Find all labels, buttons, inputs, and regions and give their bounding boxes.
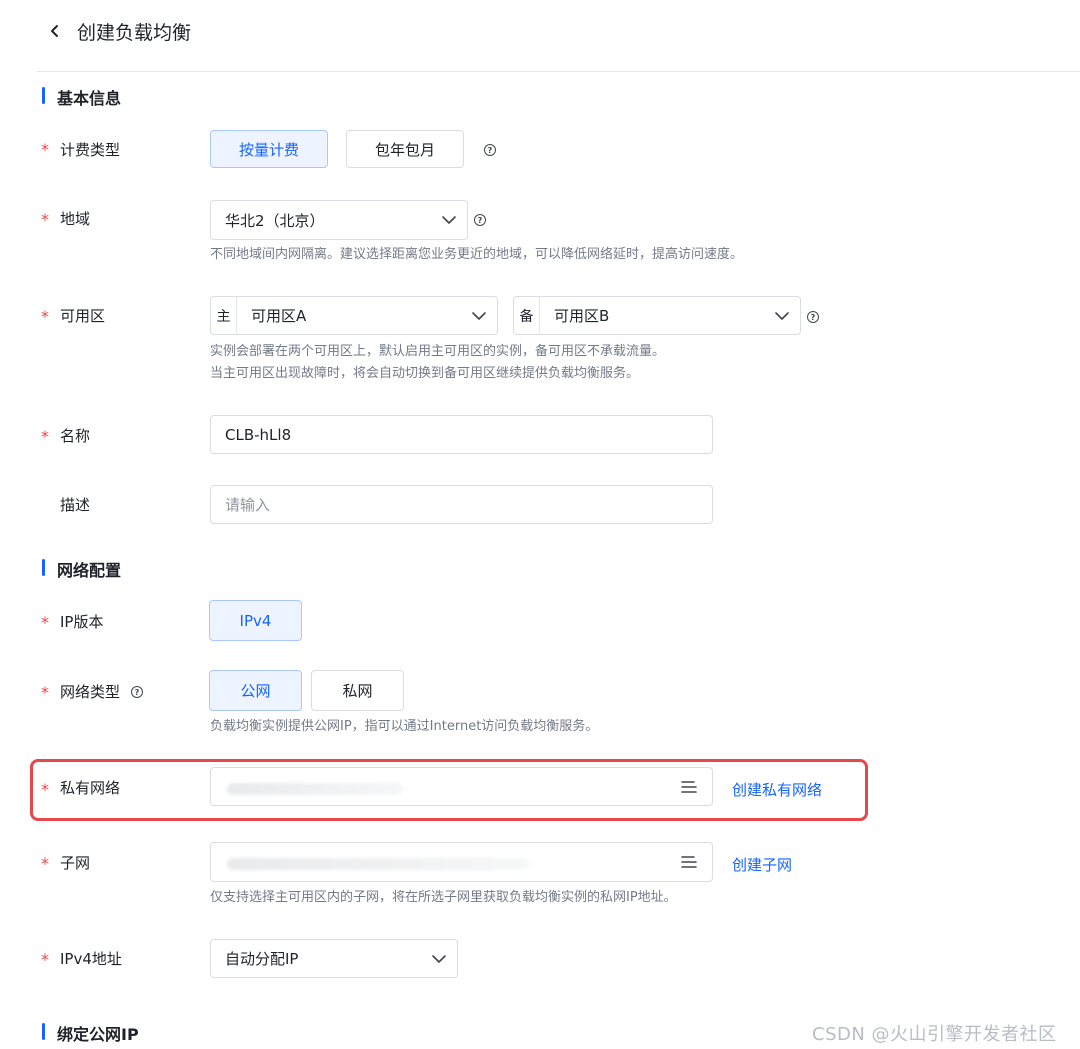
primary-zone-value: 可用区A (251, 307, 307, 325)
name-input[interactable] (210, 415, 713, 454)
create-vpc-link[interactable]: 创建私有网络 (732, 779, 822, 800)
billing-label: 计费类型 (60, 141, 121, 159)
back-button[interactable] (43, 19, 67, 43)
watermark-text: CSDN @火山引擎开发者社区 (812, 1024, 1057, 1045)
help-icon[interactable]: ? (484, 144, 496, 156)
ipv4-address-label: IPv4地址 (60, 950, 122, 968)
ipv4-address-select[interactable]: 自动分配IP (210, 939, 458, 978)
primary-zone-select[interactable]: 主 可用区A (210, 296, 498, 335)
page-title: 创建负载均衡 (77, 22, 192, 44)
description-label: 描述 (60, 496, 91, 514)
subnet-hint: 仅支持选择主可用区内的子网，将在所选子网里获取负载均衡实例的私网IP地址。 (210, 890, 677, 905)
create-subnet-link[interactable]: 创建子网 (732, 854, 792, 875)
backup-zone-prefix: 备 (514, 297, 540, 334)
network-type-option-private[interactable]: 私网 (311, 670, 404, 711)
chevron-down-icon (461, 311, 497, 321)
section-marker (42, 87, 45, 104)
name-label: 名称 (60, 427, 91, 445)
required-mark: * (41, 683, 49, 702)
list-icon (681, 780, 697, 798)
network-type-option-public[interactable]: 公网 (209, 670, 302, 711)
chevron-down-icon (431, 215, 467, 225)
zone-hint-line2: 当主可用区出现故障时，将会自动切换到备可用区继续提供负载均衡服务。 (210, 366, 640, 381)
header-divider (37, 71, 1080, 72)
ip-version-label: IP版本 (60, 613, 104, 631)
billing-option-payg[interactable]: 按量计费 (210, 130, 328, 168)
section-title-network: 网络配置 (57, 561, 122, 580)
subnet-label: 子网 (60, 854, 91, 872)
section-marker (42, 1023, 45, 1040)
backup-zone-select[interactable]: 备 可用区B (513, 296, 801, 335)
help-icon[interactable]: ? (474, 214, 486, 226)
ipv4-address-value: 自动分配IP (225, 950, 299, 968)
subnet-blurred-value (227, 858, 529, 870)
description-input[interactable] (210, 485, 713, 524)
list-icon (681, 855, 697, 873)
required-mark: * (41, 427, 49, 446)
required-mark: * (41, 950, 49, 969)
required-mark: * (41, 140, 49, 159)
region-label: 地域 (60, 210, 91, 228)
section-title-basic: 基本信息 (57, 89, 122, 108)
section-title-eip: 绑定公网IP (57, 1025, 139, 1044)
vpc-blurred-value (227, 783, 403, 795)
network-type-label: 网络类型 (60, 683, 121, 701)
network-type-hint: 负载均衡实例提供公网IP，指可以通过Internet访问负载均衡服务。 (210, 719, 599, 734)
help-icon[interactable]: ? (131, 686, 143, 698)
required-mark: * (41, 307, 49, 326)
region-hint: 不同地域间内网隔离。建议选择距离您业务更近的地域，可以降低网络延时，提高访问速度… (210, 247, 744, 262)
required-mark: * (41, 613, 49, 632)
region-select[interactable]: 华北2（北京） (210, 200, 468, 240)
required-mark: * (41, 210, 49, 229)
billing-option-subscription[interactable]: 包年包月 (346, 130, 464, 168)
zone-label: 可用区 (60, 307, 106, 325)
required-mark: * (41, 780, 49, 799)
region-value: 华北2（北京） (225, 211, 325, 230)
subnet-select[interactable] (210, 842, 713, 882)
chevron-down-icon (421, 954, 457, 964)
section-marker (42, 559, 45, 576)
chevron-down-icon (764, 311, 800, 321)
ip-version-option-ipv4[interactable]: IPv4 (209, 600, 302, 641)
vpc-label: 私有网络 (60, 779, 121, 797)
backup-zone-value: 可用区B (554, 307, 610, 325)
primary-zone-prefix: 主 (211, 297, 237, 334)
help-icon[interactable]: ? (807, 311, 819, 323)
vpc-select[interactable] (210, 767, 713, 806)
chevron-left-icon (51, 25, 58, 37)
zone-hint-line1: 实例会部署在两个可用区上，默认启用主可用区的实例，备可用区不承载流量。 (210, 344, 666, 359)
required-mark: * (41, 854, 49, 873)
